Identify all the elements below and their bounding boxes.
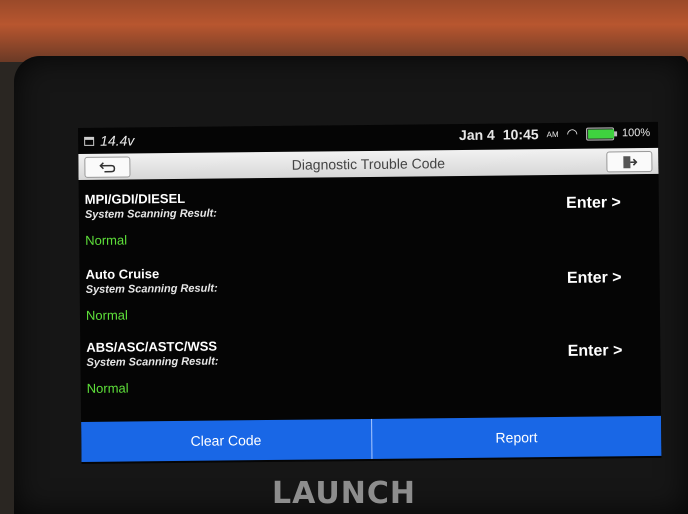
status-ampm: AM	[546, 129, 559, 139]
system-scan-label: System Scanning Result:	[84, 207, 218, 221]
report-button[interactable]: Report	[372, 416, 662, 459]
status-bar: 14.4v Jan 4 10:45 AM ◠ 100%	[78, 122, 658, 152]
system-row-mpi-gdi-diesel[interactable]: MPI/GDI/DIESEL System Scanning Result: N…	[85, 186, 646, 258]
battery-icon	[585, 126, 615, 141]
system-scan-result: Normal	[86, 380, 129, 396]
system-name: MPI/GDI/DIESEL	[84, 190, 186, 207]
battery-percent: 100%	[621, 127, 651, 140]
enter-button[interactable]: Enter >	[566, 194, 621, 213]
page-title: Diagnostic Trouble Code	[291, 155, 446, 173]
system-name: ABS/ASC/ASTC/WSS	[86, 338, 218, 355]
system-scan-result: Normal	[85, 307, 128, 323]
exit-button[interactable]	[606, 150, 653, 173]
wifi-icon: ◠	[566, 125, 579, 141]
calendar-icon	[84, 136, 95, 146]
system-row-auto-cruise[interactable]: Auto Cruise System Scanning Result: Norm…	[85, 261, 646, 333]
exit-icon	[623, 155, 638, 168]
title-bar: Diagnostic Trouble Code	[78, 147, 659, 180]
enter-button[interactable]: Enter >	[567, 269, 622, 288]
status-date: Jan 4	[458, 126, 495, 144]
clear-code-button[interactable]: Clear Code	[81, 419, 371, 462]
enter-button[interactable]: Enter >	[568, 342, 623, 361]
system-scan-result: Normal	[85, 232, 128, 248]
system-name: Auto Cruise	[85, 266, 160, 282]
system-scan-label: System Scanning Result:	[86, 355, 219, 369]
device-top-edge	[0, 0, 688, 62]
battery-voltage: 14.4v	[100, 132, 135, 149]
device-brand-logo: LAUNCH	[271, 476, 416, 511]
action-bar: Clear Code Report	[81, 415, 662, 462]
screen: 14.4v Jan 4 10:45 AM ◠ 100% Diagnostic T…	[78, 121, 662, 464]
system-row-abs-asc-astc-wss[interactable]: ABS/ASC/ASTC/WSS System Scanning Result:…	[86, 334, 647, 406]
system-scan-label: System Scanning Result:	[85, 282, 218, 296]
status-time: 10:45	[502, 126, 539, 143]
